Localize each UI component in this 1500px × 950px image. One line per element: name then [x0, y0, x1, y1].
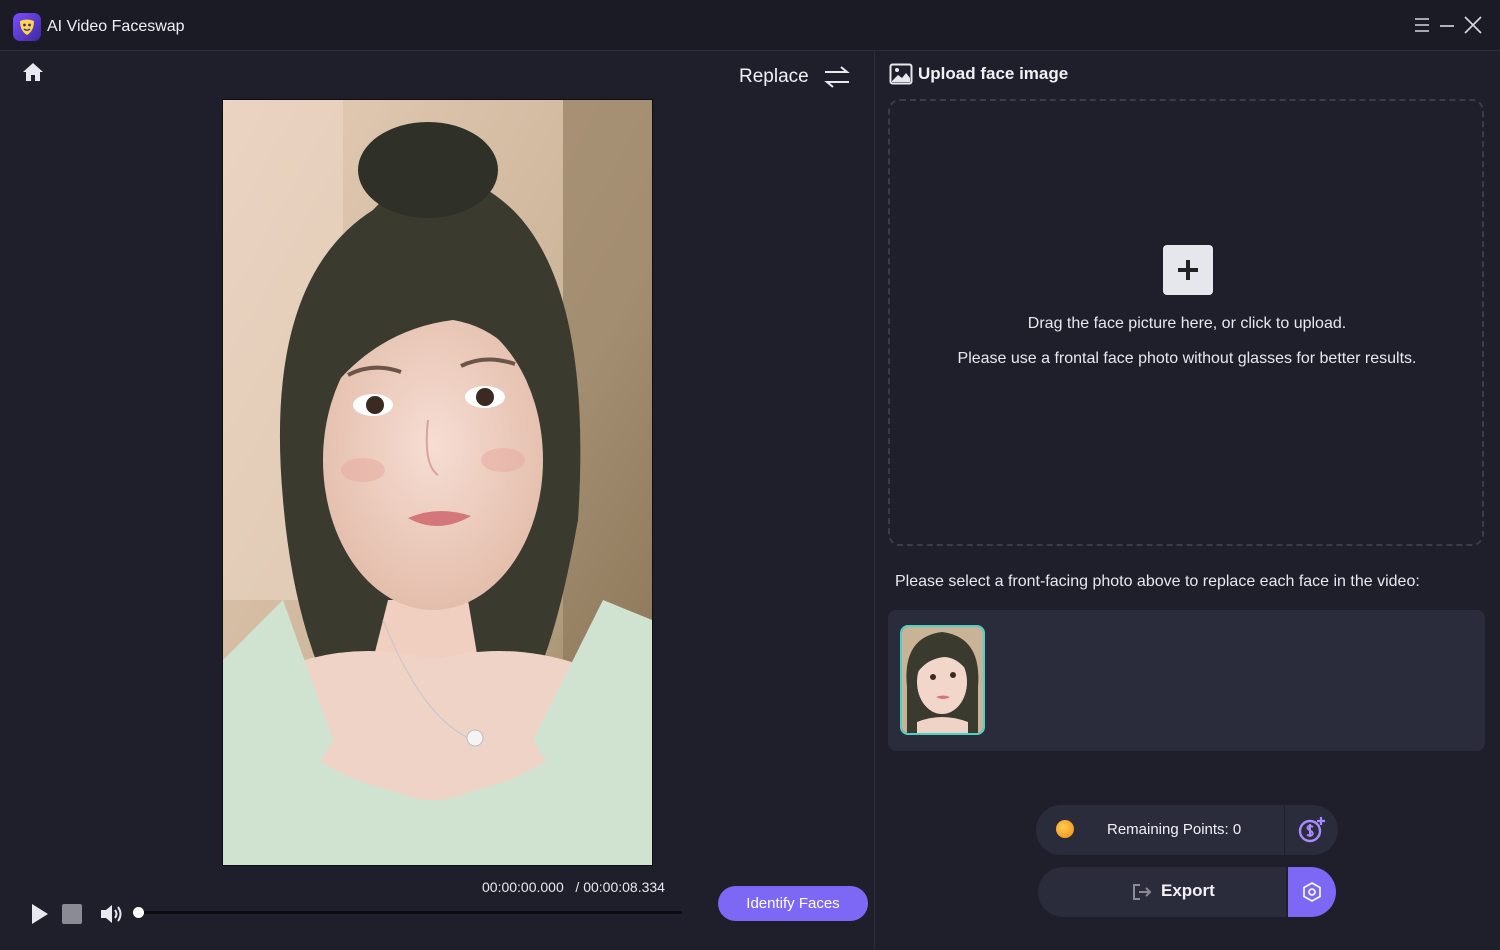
upload-header: Upload face image [918, 64, 1069, 83]
menu-icon[interactable] [1411, 14, 1433, 36]
image-icon [889, 63, 913, 85]
play-icon[interactable] [30, 903, 50, 925]
upload-tip: Please use a frontal face photo without … [957, 350, 1417, 367]
stop-icon[interactable] [62, 904, 82, 924]
export-label: Export [1161, 881, 1215, 900]
title-bar: AI Video Faceswap [0, 0, 1500, 51]
swap-icon[interactable] [823, 64, 851, 90]
dollar-plus-icon [1298, 817, 1325, 843]
coin-icon [1056, 820, 1074, 838]
settings-hexagon-icon [1303, 882, 1321, 902]
video-preview[interactable] [222, 99, 653, 866]
close-icon[interactable] [1462, 14, 1484, 36]
seek-thumb[interactable] [133, 907, 144, 918]
remaining-points: Remaining Points: 0 [1107, 821, 1242, 838]
upload-hint: Drag the face picture here, or click to … [1027, 315, 1347, 332]
app-title: AI Video Faceswap [47, 18, 185, 35]
timecode: 00:00:00.000 / 00:00:08.334 [482, 879, 665, 895]
volume-icon[interactable] [99, 903, 123, 925]
export-settings-button[interactable] [1288, 867, 1336, 917]
identify-faces-button[interactable]: Identify Faces [718, 886, 868, 921]
seek-bar[interactable] [138, 911, 682, 914]
face-select-instruction: Please select a front-facing photo above… [895, 573, 1420, 590]
detected-face-thumbnail[interactable] [900, 625, 985, 735]
minimize-icon[interactable] [1436, 14, 1458, 36]
add-image-button[interactable] [1163, 245, 1213, 295]
current-time: 00:00:00.000 [482, 879, 564, 895]
home-icon[interactable] [21, 60, 45, 84]
replace-mode-label: Replace [739, 66, 809, 87]
export-icon [1132, 883, 1152, 901]
buy-points-button[interactable] [1285, 805, 1338, 855]
total-time: / 00:00:08.334 [575, 879, 665, 895]
app-logo-icon [13, 13, 41, 41]
